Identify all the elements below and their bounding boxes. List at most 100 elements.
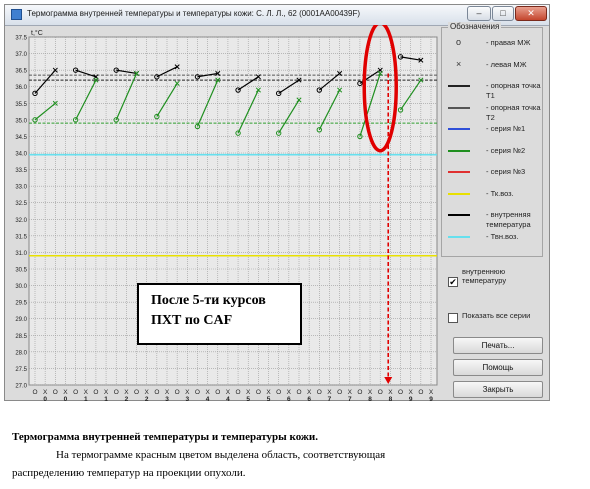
x-marker: O xyxy=(236,389,241,396)
legend-line-2 xyxy=(448,85,470,87)
legend-line-7 xyxy=(448,192,470,195)
y-tick-label: 31.5 xyxy=(15,234,27,240)
x-marker: X xyxy=(205,389,210,396)
x-marker: X xyxy=(84,389,89,396)
x-marker: X xyxy=(124,389,129,396)
y-tick-label: 28.5 xyxy=(15,334,27,340)
x-marker: X xyxy=(307,389,312,396)
y-tick-label: 35.5 xyxy=(15,102,27,108)
x-number: 2 xyxy=(145,396,149,401)
x-marker: X xyxy=(266,389,271,396)
x-number: 5 xyxy=(246,396,250,401)
legend-label-1: - левая МЖ xyxy=(486,59,527,69)
x-marker: O xyxy=(256,389,261,396)
x-marker: O xyxy=(296,389,301,396)
x-marker: O xyxy=(418,389,423,396)
x-number: 6 xyxy=(287,396,291,401)
y-tick-label: 34.5 xyxy=(15,135,27,141)
legend-line-5 xyxy=(448,149,470,152)
legend-label-6: - серия №3 xyxy=(486,167,526,176)
x-marker: O xyxy=(398,389,403,396)
show-internal-checkbox[interactable]: ✔ xyxy=(448,277,458,287)
close-button[interactable]: Закрыть xyxy=(453,381,543,398)
legend-label-9: - Твн.воз. xyxy=(486,231,519,241)
x-marker: X xyxy=(409,389,414,396)
x-number: 8 xyxy=(389,396,393,401)
legend-panel: Обозначения o - правая МЖ × - левая МЖ - опо… xyxy=(441,22,543,257)
legend-label-8: - внутренняя температура xyxy=(486,210,531,229)
legend-line-8 xyxy=(448,214,470,216)
x-number: 7 xyxy=(328,396,332,401)
x-number: 6 xyxy=(307,396,311,401)
legend-line-4 xyxy=(448,128,470,130)
x-marker: X xyxy=(388,389,393,396)
x-number: 3 xyxy=(185,396,189,401)
legend-symbol-0: o xyxy=(456,37,462,47)
x-marker: O xyxy=(195,389,200,396)
x-marker: O xyxy=(378,389,383,396)
x-number: 1 xyxy=(84,396,88,401)
y-tick-label: 37.5 xyxy=(15,36,27,42)
x-number: 9 xyxy=(429,396,433,401)
x-marker: O xyxy=(32,389,37,396)
x-number: 4 xyxy=(226,396,230,401)
close-window-button[interactable]: ✕ xyxy=(515,6,547,21)
y-tick-label: 28.0 xyxy=(15,350,27,356)
y-tick-label: 30.0 xyxy=(15,284,27,290)
y-tick-label: 27.0 xyxy=(15,384,27,390)
x-marker: X xyxy=(429,389,434,396)
caption-title: Термограмма внутренней температуры и тем… xyxy=(12,431,318,443)
minimize-button[interactable]: – xyxy=(467,6,491,21)
legend-line-6 xyxy=(448,171,470,173)
x-marker: X xyxy=(43,389,48,396)
legend-title: Обозначения xyxy=(448,22,502,31)
y-tick-label: 27.5 xyxy=(15,367,27,373)
maximize-button[interactable]: □ xyxy=(492,6,514,21)
x-number: 2 xyxy=(125,396,129,401)
legend-label-2: - опорная точка Т1 xyxy=(486,81,541,100)
x-marker: O xyxy=(317,389,322,396)
legend-label-3: - опорная точка Т2 xyxy=(486,102,541,122)
y-tick-label: 32.5 xyxy=(15,201,27,207)
x-marker: O xyxy=(93,389,98,396)
y-tick-label: 32.0 xyxy=(15,218,27,224)
x-number: 8 xyxy=(368,396,372,401)
annotation-box: После 5-ти курсов ПХТ по CAF xyxy=(137,283,302,345)
x-marker: O xyxy=(53,389,58,396)
x-marker: O xyxy=(276,389,281,396)
help-button[interactable]: Помощь xyxy=(453,359,543,376)
legend-line-3 xyxy=(448,106,470,109)
x-marker: O xyxy=(175,389,180,396)
y-tick-label: 33.0 xyxy=(15,185,27,191)
print-button[interactable]: Печать... xyxy=(453,337,543,354)
legend-line-9 xyxy=(448,235,470,238)
x-marker: X xyxy=(145,389,150,396)
x-marker: X xyxy=(104,389,109,396)
x-marker: O xyxy=(114,389,119,396)
x-marker: X xyxy=(246,389,251,396)
x-number: 0 xyxy=(64,396,68,401)
x-marker: X xyxy=(368,389,373,396)
legend-label-0: - правая МЖ xyxy=(486,38,531,47)
y-tick-label: 29.0 xyxy=(15,317,27,323)
x-marker: X xyxy=(226,389,231,396)
x-marker: O xyxy=(134,389,139,396)
x-marker: O xyxy=(357,389,362,396)
show-all-series-checkbox[interactable] xyxy=(448,313,458,323)
legend-label-7: - Тк.воз. xyxy=(486,188,514,198)
x-marker: O xyxy=(73,389,78,396)
x-marker: O xyxy=(215,389,220,396)
y-tick-label: 31.0 xyxy=(15,251,27,257)
x-marker: X xyxy=(287,389,292,396)
y-axis-label: t,°C xyxy=(31,29,43,37)
caption-line-2: На термограмме красным цветом выделена о… xyxy=(56,449,386,461)
y-tick-label: 37.0 xyxy=(15,52,27,58)
x-number: 7 xyxy=(348,396,352,401)
legend-label-5: - серия №2 xyxy=(486,145,526,155)
x-marker: X xyxy=(327,389,332,396)
x-number: 0 xyxy=(43,396,47,401)
y-tick-label: 36.5 xyxy=(15,69,27,75)
x-marker: X xyxy=(348,389,353,396)
legend-symbol-1: × xyxy=(456,58,462,69)
y-tick-label: 33.5 xyxy=(15,168,27,174)
